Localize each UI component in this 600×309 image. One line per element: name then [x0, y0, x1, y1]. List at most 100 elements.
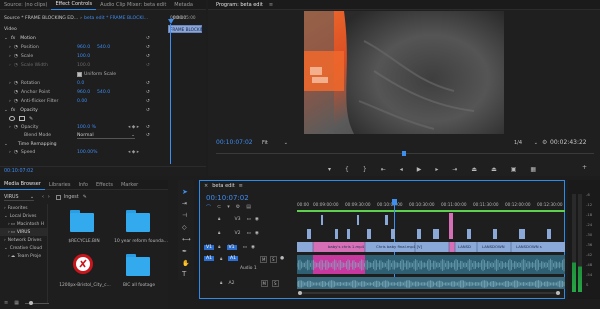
anchor-x-value[interactable]: 960.0 [77, 90, 90, 95]
microphone-icon[interactable]: ● [280, 256, 284, 261]
list-view-icon[interactable]: ≡ [4, 300, 8, 306]
mute-button[interactable]: M [260, 256, 268, 263]
media-item-folder[interactable]: BIC all footage [114, 254, 164, 292]
stopwatch-icon[interactable]: ◔ [14, 150, 18, 155]
position-x-value[interactable]: 960.0 [77, 45, 90, 50]
fx-icon[interactable]: fx [11, 108, 15, 113]
tab-info[interactable]: Info [74, 180, 91, 190]
snap-icon[interactable]: ⌒ [206, 204, 211, 211]
motion-effect-row[interactable]: ⌄ fx Motion ↺ [0, 34, 150, 43]
timeline-scrollbar[interactable] [298, 291, 560, 295]
media-item-image[interactable]: 1200px-Bristol_City_c... [59, 252, 111, 292]
ingest-checkbox[interactable] [55, 195, 61, 200]
reset-icon[interactable]: ↺ [146, 54, 150, 59]
source-patch-v1[interactable]: V1 [204, 244, 215, 250]
chevron-down-icon[interactable]: ⌄ [4, 36, 8, 41]
lock-icon[interactable]: 🔒︎ [220, 256, 222, 262]
add-marker-icon[interactable]: ▾ [328, 166, 331, 173]
mute-button[interactable]: M [260, 279, 268, 287]
play-icon[interactable]: ▶ [417, 166, 422, 173]
sequence-clip-label[interactable]: beta edit * FRAME BLOCKI... [84, 16, 148, 21]
reset-icon[interactable]: ↺ [146, 125, 150, 130]
tree-item-virus[interactable]: › ▭ VIRUS [0, 228, 47, 236]
keyframe-nav[interactable]: ◂ ◆ ▸ [128, 125, 139, 130]
add-button-icon[interactable]: + [582, 164, 587, 171]
step-forward-icon[interactable]: ▸ [435, 166, 438, 173]
sync-lock-icon[interactable]: ▭ [247, 231, 251, 236]
pen-tool-icon[interactable]: ✒ [182, 248, 187, 255]
rectangle-mask-icon[interactable] [19, 116, 25, 121]
tab-program[interactable]: Program: beta edit [212, 0, 267, 10]
fx-icon[interactable]: fx [11, 36, 15, 41]
tree-item-macintosh[interactable]: › ▭ Macintosh H [0, 220, 47, 228]
reset-icon[interactable]: ↺ [146, 133, 150, 138]
tab-effects[interactable]: Effects [92, 180, 117, 190]
close-icon[interactable]: × [204, 183, 208, 189]
tab-libraries[interactable]: Libraries [45, 180, 75, 190]
drive-select[interactable]: VIRUS ⌄ [4, 195, 34, 201]
stopwatch-icon[interactable]: ◔ [14, 54, 18, 59]
razor-tool-icon[interactable]: ◇ [182, 224, 187, 231]
comparison-view-icon[interactable]: ▦ [530, 166, 536, 173]
stopwatch-icon[interactable]: ◔ [14, 90, 18, 95]
tab-markers[interactable]: Marker [117, 180, 142, 190]
lift-icon[interactable]: ⏏ [471, 166, 477, 173]
reset-icon[interactable]: ↺ [146, 90, 150, 95]
mark-out-icon[interactable]: } [363, 166, 367, 173]
playhead-marker[interactable] [168, 19, 174, 24]
chevron-right-icon[interactable]: › [9, 125, 11, 130]
reset-icon[interactable]: ↺ [146, 108, 150, 113]
tab-source[interactable]: Source: (no clips) [0, 0, 51, 10]
keyframe-nav[interactable]: ◂ ◆ ▸ [128, 150, 139, 155]
back-icon[interactable]: ‹ [42, 195, 44, 200]
eye-icon[interactable]: ◉ [251, 245, 255, 250]
chevron-right-icon[interactable]: › [9, 45, 11, 50]
scale-value[interactable]: 100.0 [77, 54, 90, 59]
solo-button[interactable]: S [270, 256, 277, 263]
reset-icon[interactable]: ↺ [146, 81, 150, 86]
lock-icon[interactable]: 🔒︎ [218, 244, 220, 250]
menu-icon[interactable]: ≡ [239, 183, 243, 189]
mini-timeline-clip[interactable]: FRAME BLOCKING ED [168, 25, 214, 33]
tab-media-browser[interactable]: Media Browser [0, 179, 45, 190]
opacity-value[interactable]: 100.0 % [77, 125, 96, 130]
source-clip-label[interactable]: Source * FRAME BLOCKING ED... [4, 16, 78, 21]
tab-audio-clip-mixer[interactable]: Audio Clip Mixer: beta edit [96, 0, 170, 10]
chevron-down-icon[interactable]: ⌄ [4, 108, 8, 113]
track-select-tool-icon[interactable]: ⇥ [182, 200, 187, 207]
blend-mode-select[interactable]: Normal ⌄ [77, 132, 135, 139]
captions-icon[interactable]: ▤ [246, 204, 251, 211]
program-scrubber[interactable] [216, 151, 594, 157]
mark-in-icon[interactable]: { [345, 166, 349, 173]
chevron-right-icon[interactable]: › [9, 150, 11, 155]
source-patch-a1[interactable]: A1 [204, 256, 215, 261]
tab-metadata[interactable]: Metada [170, 0, 197, 10]
chevron-right-icon[interactable]: › [9, 99, 11, 104]
sync-lock-icon[interactable]: ▭ [247, 217, 251, 222]
tree-item-network-drives[interactable]: › Network Drives [0, 236, 47, 244]
slip-tool-icon[interactable]: ⟷ [182, 236, 191, 243]
linked-selection-icon[interactable]: ⊂ [217, 204, 221, 211]
scrollbar-handle-left[interactable] [298, 291, 302, 295]
position-y-value[interactable]: 540.0 [97, 45, 110, 50]
sync-lock-icon[interactable]: ▭ [243, 245, 247, 250]
uniform-scale-checkbox[interactable] [77, 72, 82, 77]
extract-icon[interactable]: ⏏ [491, 166, 497, 173]
tree-item-local-drives[interactable]: ⌄ Local Drives [0, 212, 47, 220]
media-item-folder[interactable]: 10 year reform founda... [114, 210, 168, 246]
tab-effect-controls[interactable]: Effect Controls [51, 0, 97, 10]
program-playhead[interactable] [402, 151, 406, 156]
tree-item-favorites[interactable]: › Favorites [0, 204, 47, 212]
type-tool-icon[interactable]: T [182, 270, 186, 278]
lock-icon[interactable]: 🔒︎ [218, 230, 220, 236]
stopwatch-icon[interactable]: ◔ [14, 81, 18, 86]
lock-icon[interactable]: 🔒︎ [220, 280, 222, 286]
program-timecode[interactable]: 00:10:07:02 [216, 139, 253, 146]
ellipse-mask-icon[interactable] [9, 116, 15, 121]
effect-controls-footer-timecode[interactable]: 00:10:07:02 [4, 169, 33, 174]
stopwatch-icon[interactable]: ◔ [14, 45, 18, 50]
fit-select[interactable]: Fit ⌄ [262, 139, 288, 147]
reset-icon[interactable]: ↺ [146, 99, 150, 104]
ripple-edit-tool-icon[interactable]: ⊣ [182, 212, 187, 219]
eye-icon[interactable]: ◉ [255, 231, 259, 236]
